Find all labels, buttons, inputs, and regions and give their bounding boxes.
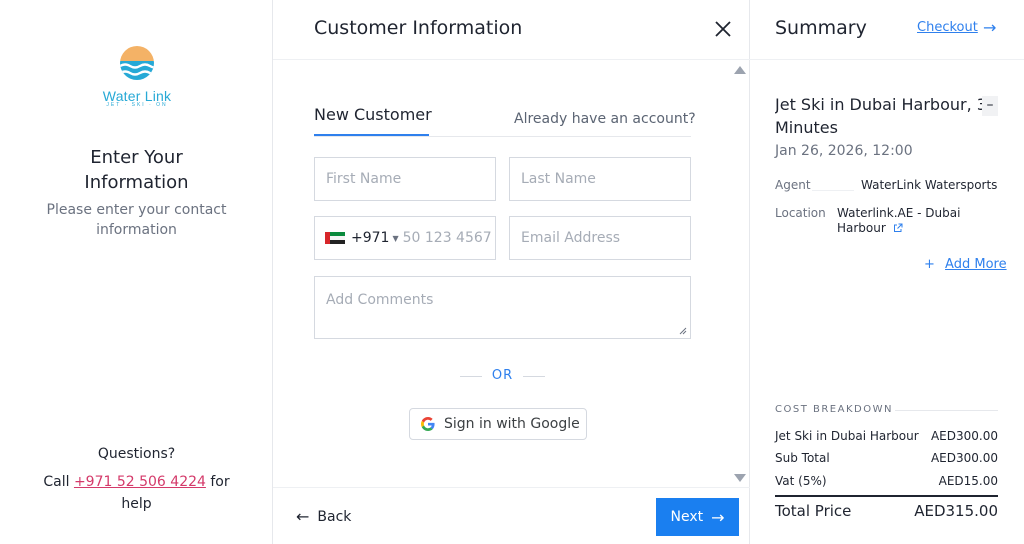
total-value: AED315.00 xyxy=(914,502,998,520)
customer-header: Customer Information xyxy=(273,0,750,60)
total-label: Total Price xyxy=(775,502,852,520)
email-input[interactable]: Email Address xyxy=(509,216,691,260)
chevron-down-icon[interactable]: ▼ xyxy=(392,234,398,243)
agent-value: WaterLink Watersports xyxy=(861,178,998,192)
checkout-link[interactable]: Checkout xyxy=(917,20,978,35)
help-phone-link[interactable]: +971 52 506 4224 xyxy=(74,474,206,490)
cost-breakdown-divider xyxy=(895,410,998,411)
customer-title: Customer Information xyxy=(314,17,523,39)
google-signin-label: Sign in with Google xyxy=(444,416,580,432)
tabs-divider xyxy=(314,136,691,137)
summary-panel: Summary Checkout → Jet Ski in Dubai Harb… xyxy=(750,0,1024,544)
google-signin-button[interactable]: Sign in with Google xyxy=(409,408,587,440)
agent-divider xyxy=(812,190,854,191)
first-name-placeholder: First Name xyxy=(326,171,402,187)
back-label: Back xyxy=(317,508,352,525)
total-row: Total Price AED315.00 xyxy=(775,502,998,520)
left-panel: Water Link JET · SKI · ON Enter Your Inf… xyxy=(0,0,273,544)
cost-row-value: AED300.00 xyxy=(930,451,998,465)
page-heading-line1: Enter Your xyxy=(90,147,183,168)
plus-icon: + xyxy=(924,257,935,272)
uae-flag-icon[interactable] xyxy=(325,232,345,244)
page-heading: Enter Your Information xyxy=(0,145,273,195)
email-placeholder: Email Address xyxy=(521,230,621,246)
external-link-icon[interactable] xyxy=(893,223,903,233)
page-subtitle: Please enter your contact information xyxy=(46,202,227,238)
cost-row-label: Vat (5%) xyxy=(775,474,827,488)
close-button[interactable] xyxy=(713,19,733,39)
customer-footer: ← Back Next → xyxy=(273,487,750,544)
agent-label: Agent xyxy=(775,178,811,192)
tab-active-indicator xyxy=(314,134,429,136)
arrow-right-icon: → xyxy=(711,507,725,527)
last-name-placeholder: Last Name xyxy=(521,171,596,187)
arrow-left-icon: ← xyxy=(296,507,310,526)
cost-row-value: AED300.00 xyxy=(930,429,998,443)
close-icon xyxy=(715,21,731,37)
summary-title: Summary xyxy=(775,17,867,39)
cost-breakdown-label: COST BREAKDOWN xyxy=(775,404,893,415)
cost-row-label: Jet Ski in Dubai Harbour xyxy=(775,429,919,443)
or-divider-left xyxy=(460,376,482,377)
location-label: Location xyxy=(775,206,826,220)
item-title: Jet Ski in Dubai Harbour, 3 xyxy=(775,95,987,114)
cost-row: Jet Ski in Dubai Harbour AED300.00 xyxy=(775,429,998,443)
next-label: Next xyxy=(670,509,704,525)
phone-input[interactable]: +971 ▼ 50 123 4567 xyxy=(314,216,496,260)
scroll-up-arrow[interactable] xyxy=(734,66,746,74)
comments-textarea[interactable]: Add Comments xyxy=(314,276,691,339)
item-title-line2: Minutes xyxy=(775,118,838,137)
arrow-right-icon[interactable]: → xyxy=(983,18,996,37)
resize-handle-icon[interactable] xyxy=(679,327,687,335)
total-divider xyxy=(775,495,998,497)
first-name-input[interactable]: First Name xyxy=(314,157,496,201)
comments-placeholder: Add Comments xyxy=(326,292,434,308)
location-value[interactable]: Waterlink.AE - Dubai Harbour xyxy=(837,206,987,236)
help-title: Questions? xyxy=(97,446,176,462)
add-more-button[interactable]: + Add More xyxy=(924,257,1007,272)
phone-placeholder: 50 123 4567 xyxy=(402,230,492,246)
cost-row: Vat (5%) AED15.00 xyxy=(775,474,998,488)
item-date: Jan 26, 2026, 12:00 xyxy=(775,143,913,159)
waves-icon xyxy=(120,46,154,80)
waterlink-logo: Water Link JET · SKI · ON xyxy=(95,44,179,108)
google-icon xyxy=(421,417,435,431)
or-label: OR xyxy=(491,368,514,383)
dial-code[interactable]: +971 xyxy=(351,230,389,246)
cost-row: Sub Total AED300.00 xyxy=(775,451,998,465)
or-divider-right xyxy=(523,376,545,377)
summary-header: Summary Checkout → xyxy=(750,0,1024,60)
remove-item-button[interactable]: – xyxy=(982,96,998,116)
cost-row-label: Sub Total xyxy=(775,451,830,465)
add-more-label: Add More xyxy=(945,257,1007,272)
tab-existing-account[interactable]: Already have an account? xyxy=(514,111,696,127)
scroll-down-arrow[interactable] xyxy=(734,474,746,482)
help-text: Call +971 52 506 4224 for help xyxy=(30,471,243,515)
back-button[interactable]: ← Back xyxy=(296,507,351,526)
page-heading-line2: Information xyxy=(84,172,189,193)
next-button[interactable]: Next → xyxy=(656,498,739,536)
customer-panel: Customer Information New Customer Alread… xyxy=(273,0,750,544)
cost-row-value: AED15.00 xyxy=(938,474,998,488)
help-prefix: Call xyxy=(43,474,70,490)
logo-tagline: JET · SKI · ON xyxy=(106,102,168,108)
tab-new-customer[interactable]: New Customer xyxy=(314,105,432,132)
last-name-input[interactable]: Last Name xyxy=(509,157,691,201)
